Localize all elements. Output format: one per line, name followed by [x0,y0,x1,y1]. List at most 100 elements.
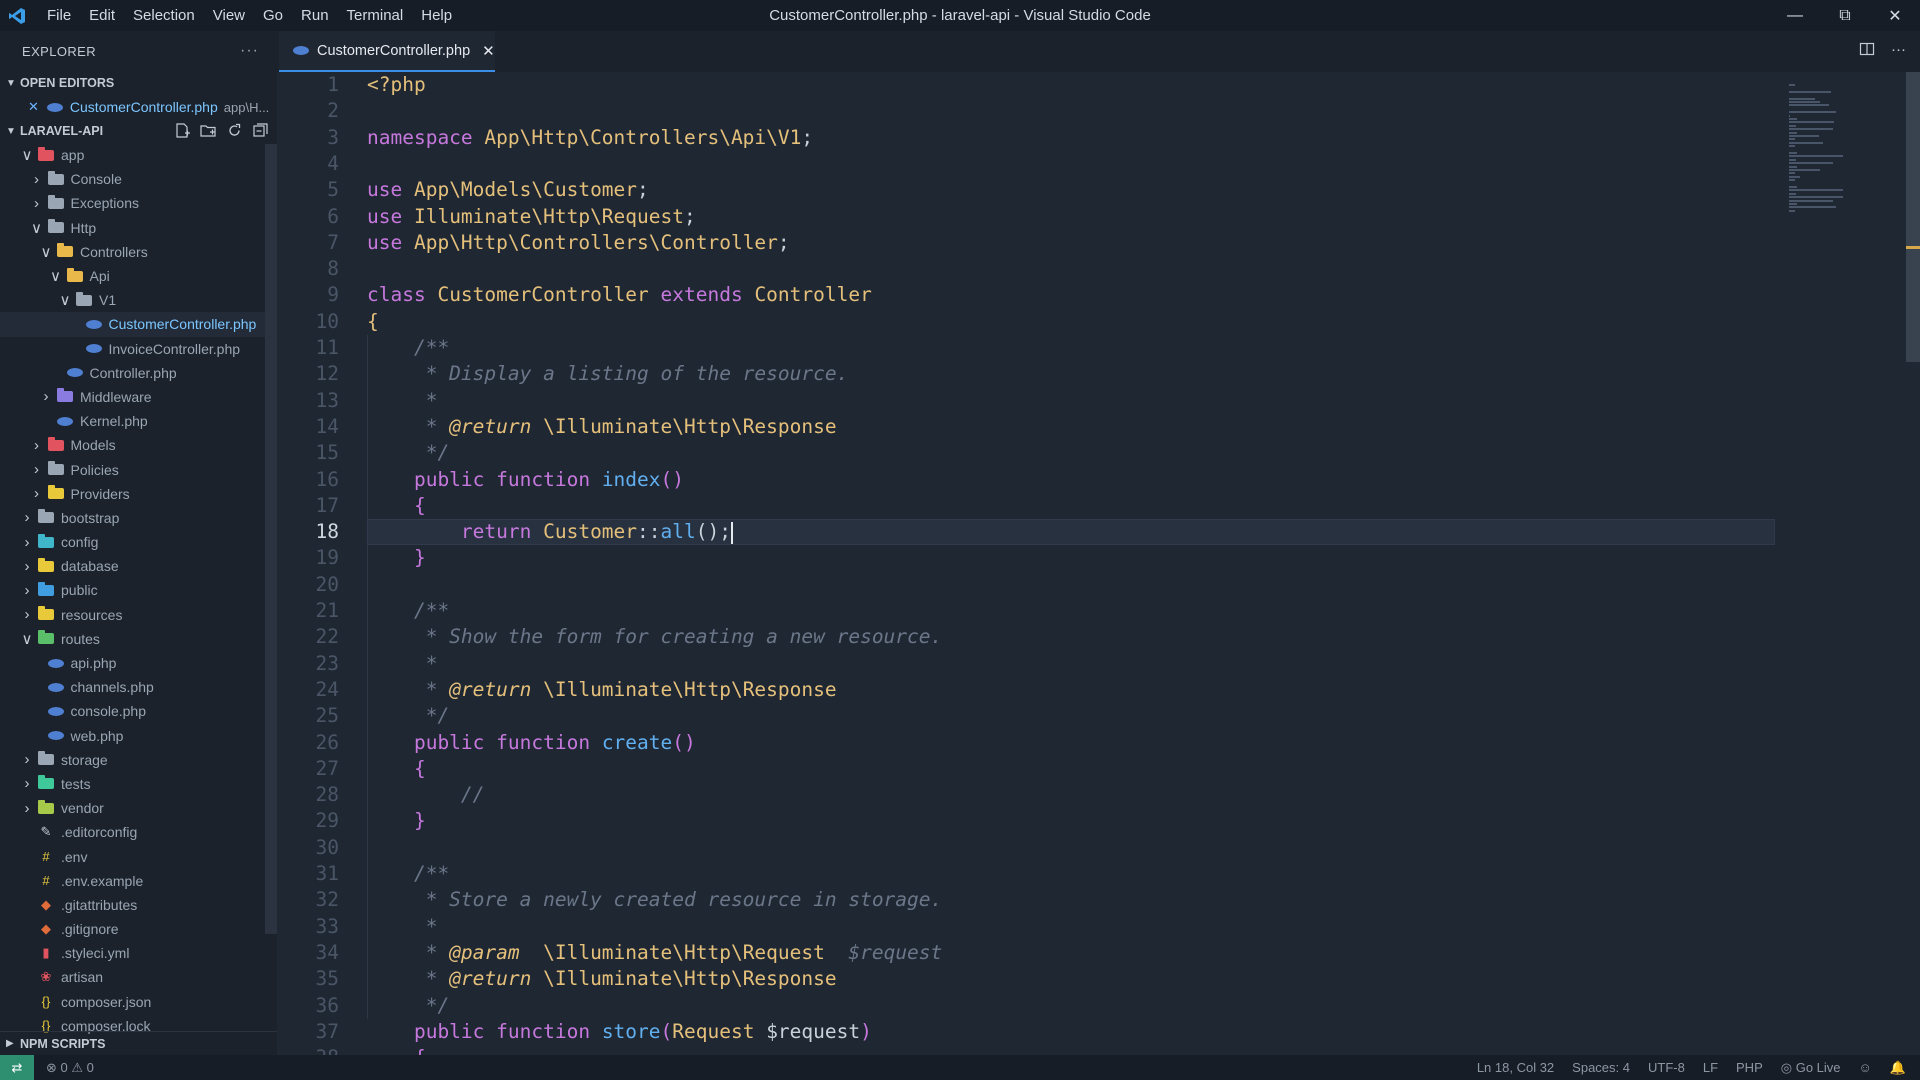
tree-file[interactable]: Kernel.php [0,409,277,433]
tree-folder[interactable]: ∨ routes [0,627,277,651]
tree-file[interactable]: ◆ .gitattributes [0,893,277,917]
tree-file[interactable]: ▮ .styleci.yml [0,941,277,965]
tree-item-label: .editorconfig [61,824,138,841]
open-editors-section[interactable]: ▼ OPEN EDITORS [0,71,277,95]
tree-file[interactable]: {} composer.json [0,990,277,1014]
tree-item-label: Models [70,437,116,454]
minimap-line [1789,135,1819,137]
notifications-icon[interactable]: 🔔 [1890,1060,1906,1076]
menu-selection[interactable]: Selection [124,0,204,31]
tree-folder[interactable]: › Console [0,167,277,191]
minimap-line [1789,165,1797,168]
refresh-icon[interactable] [226,122,243,139]
encoding[interactable]: UTF-8 [1648,1060,1685,1076]
code-editor[interactable]: 1 <?php 2 3 namespace App\Http\Controllers\A… [277,72,1777,1055]
minimize-button[interactable]: — [1770,0,1820,31]
chevron-right-icon: › [24,581,30,599]
open-editor-item[interactable]: ✕ CustomerController.php app\H... [0,95,277,119]
more-editor-actions-icon[interactable]: ··· [1891,41,1906,61]
code-line: 23 * [277,651,1777,677]
tree-file[interactable]: channels.php [0,675,277,699]
tree-folder[interactable]: › database [0,554,277,578]
close-window-button[interactable]: ✕ [1870,0,1920,31]
tree-file[interactable]: ◆ .gitignore [0,917,277,941]
project-section[interactable]: ▼ LARAVEL-API [0,119,277,143]
line-number: 38 [277,1045,339,1055]
tree-item-label: Controllers [80,243,148,260]
tree-folder[interactable]: › Middleware [0,385,277,409]
line-number: 19 [315,546,339,570]
minimap[interactable] [1777,72,1920,1055]
tree-file[interactable]: console.php [0,699,277,723]
tree-file[interactable]: InvoiceController.php [0,337,277,361]
code-line: 30 [277,835,1777,861]
code-text: /** [367,861,449,887]
feedback-icon[interactable]: ☺ [1859,1060,1872,1076]
tree-item-label: database [61,558,119,575]
tree-folder[interactable]: › Models [0,433,277,457]
tree-folder[interactable]: › storage [0,748,277,772]
go-live-button[interactable]: ◎ Go Live [1781,1060,1841,1076]
npm-scripts-section[interactable]: ▶ NPM SCRIPTS [0,1031,277,1055]
tree-folder[interactable]: › config [0,530,277,554]
tree-folder[interactable]: ∨ Api [0,264,277,288]
sidebar-scrollbar[interactable] [265,144,277,934]
tree-folder[interactable]: › Policies [0,457,277,481]
language-mode[interactable]: PHP [1736,1060,1763,1076]
menu-terminal[interactable]: Terminal [338,0,413,31]
tree-item-label: Exceptions [70,195,139,212]
remote-icon[interactable]: ⇄ [0,1055,34,1080]
code-token: public function [367,467,602,491]
code-token: App\Http\Controllers\Api\V1 [484,125,802,149]
new-file-icon[interactable] [174,122,191,139]
menu-view[interactable]: View [204,0,254,31]
tree-file[interactable]: CustomerController.php [0,312,277,337]
tab-customer-controller[interactable]: CustomerController.php ✕ [279,31,495,72]
go-live-label: Go Live [1795,1059,1841,1075]
tree-folder[interactable]: › bootstrap [0,506,277,530]
tree-folder[interactable]: ∨ Controllers [0,240,277,264]
menu-run[interactable]: Run [292,0,338,31]
tree-folder[interactable]: › tests [0,772,277,796]
collapse-all-icon[interactable] [252,122,269,139]
tree-file[interactable]: # .env [0,844,277,868]
tree-folder[interactable]: ∨ Http [0,216,277,240]
status-bar: ⇄ ⊗ 0 ⚠ 0 Ln 18, Col 32 Spaces: 4 UTF-8 … [0,1055,1920,1080]
new-folder-icon[interactable] [200,122,217,139]
file-type-icon: ◆ [41,921,51,937]
tree-folder[interactable]: › resources [0,603,277,627]
close-tab-icon[interactable]: ✕ [482,42,495,60]
tree-file[interactable]: ✎ .editorconfig [0,820,277,844]
code-line: 20 [277,572,1777,598]
cursor-position[interactable]: Ln 18, Col 32 [1477,1060,1554,1076]
restore-button[interactable]: ⧉ [1820,0,1870,31]
tree-file[interactable]: # .env.example [0,869,277,893]
close-editor-icon[interactable]: ✕ [28,99,39,115]
tree-folder[interactable]: › vendor [0,796,277,820]
tree-folder[interactable]: ∨ V1 [0,288,277,312]
split-editor-icon[interactable] [1859,41,1875,61]
php-file-icon [85,344,102,354]
menu-file[interactable]: File [38,0,80,31]
tree-file[interactable]: api.php [0,651,277,675]
editor-scrollbar[interactable] [1906,72,1920,362]
line-ending[interactable]: LF [1703,1060,1718,1076]
tree-item-label: InvoiceController.php [108,340,241,357]
folder-icon [57,388,73,403]
problems-indicator[interactable]: ⊗ 0 ⚠ 0 [46,1060,94,1076]
tree-file[interactable]: Controller.php [0,361,277,385]
more-actions-icon[interactable]: ··· [240,42,259,60]
menu-help[interactable]: Help [412,0,461,31]
code-token: } [367,809,426,833]
menu-go[interactable]: Go [254,0,292,31]
tree-folder[interactable]: › Providers [0,482,277,506]
folder-icon [47,194,64,209]
menu-edit[interactable]: Edit [80,0,124,31]
tree-file[interactable]: ❀ artisan [0,965,277,989]
tree-folder[interactable]: › public [0,578,277,602]
tree-file[interactable]: web.php [0,724,277,748]
folder-icon [38,775,54,790]
tree-folder[interactable]: › Exceptions [0,191,277,215]
tree-folder[interactable]: ∨ app [0,143,277,167]
indentation[interactable]: Spaces: 4 [1572,1060,1630,1076]
